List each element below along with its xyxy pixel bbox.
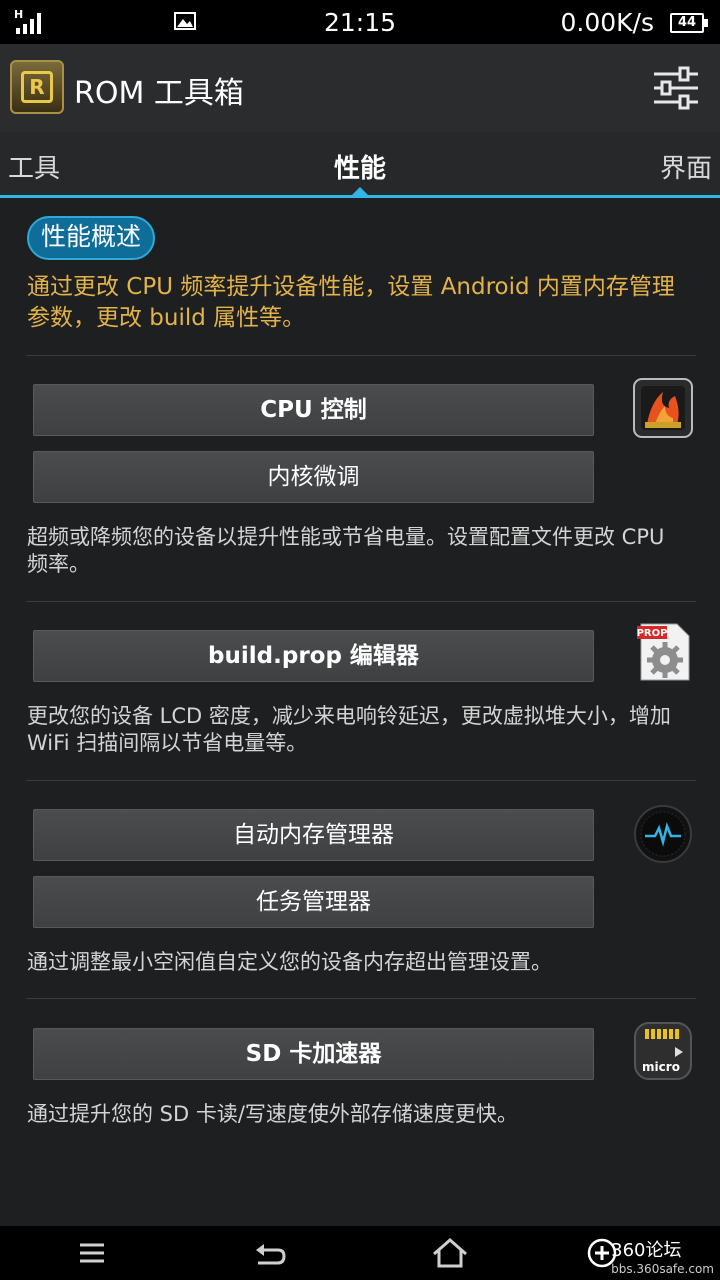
task-manager-button[interactable]: 任务管理器 [33, 876, 594, 928]
prop-gear-icon[interactable]: PROP [633, 622, 693, 682]
cpu-flame-icon[interactable] [633, 378, 693, 438]
divider [26, 601, 696, 602]
kernel-tweaks-button[interactable]: 内核微调 [33, 451, 594, 503]
buildprop-editor-button[interactable]: build.prop 编辑器 [33, 630, 594, 682]
overview-badge: 性能概述 [27, 216, 156, 260]
menu-icon[interactable] [72, 1236, 112, 1270]
home-icon[interactable] [430, 1236, 470, 1270]
app-title: ROM 工具箱 [74, 76, 244, 111]
divider [26, 355, 696, 356]
micro-label: micro [642, 1060, 680, 1074]
tab-bar: 工具 性能 界面 [0, 132, 720, 198]
status-bar: H 21:15 0.00K/s 44 [0, 0, 720, 44]
rom-glyph-icon: R [21, 71, 53, 103]
watermark-url: bbs.360safe.com [611, 1262, 714, 1276]
sd-accelerator-button[interactable]: SD 卡加速器 [33, 1028, 594, 1080]
sd-description: 通过提升您的 SD 卡读/写速度使外部存储速度更快。 [27, 1102, 518, 1126]
battery-icon: 44 [670, 13, 708, 33]
tab-interface[interactable]: 界面 [660, 148, 712, 185]
divider [26, 780, 696, 781]
watermark: 360论坛 bbs.360safe.com [611, 1236, 714, 1276]
tab-performance[interactable]: 性能 [0, 148, 720, 185]
prop-label: PROP [637, 628, 668, 639]
auto-memory-manager-button[interactable]: 自动内存管理器 [33, 809, 594, 861]
cpu-description: 超频或降频您的设备以提升性能或节省电量。设置配置文件更改 CPU 频率。 [27, 525, 665, 576]
overview-text: 通过更改 CPU 频率提升设备性能，设置 Android 内置内存管理参数，更改… [27, 274, 675, 331]
navigation-bar: 360论坛 bbs.360safe.com [0, 1226, 720, 1280]
back-icon[interactable] [250, 1236, 290, 1270]
buildprop-description: 更改您的设备 LCD 密度，减少来电响铃延迟，更改虚拟堆大小，增加 WiFi 扫… [27, 704, 671, 755]
network-speed: 0.00K/s [560, 8, 654, 37]
tab-indicator [352, 187, 368, 195]
watermark-title: 360论坛 [611, 1240, 682, 1261]
memory-description: 通过调整最小空闲值自定义您的设备内存超出管理设置。 [27, 950, 552, 974]
memory-pulse-icon[interactable] [633, 804, 693, 864]
microsd-icon[interactable]: micro [633, 1021, 693, 1081]
sliders-icon[interactable] [652, 64, 700, 112]
action-bar: R ROM 工具箱 [0, 44, 720, 132]
divider [26, 998, 696, 999]
rom-toolbox-icon[interactable]: R [10, 60, 64, 114]
cpu-control-button[interactable]: CPU 控制 [33, 384, 594, 436]
